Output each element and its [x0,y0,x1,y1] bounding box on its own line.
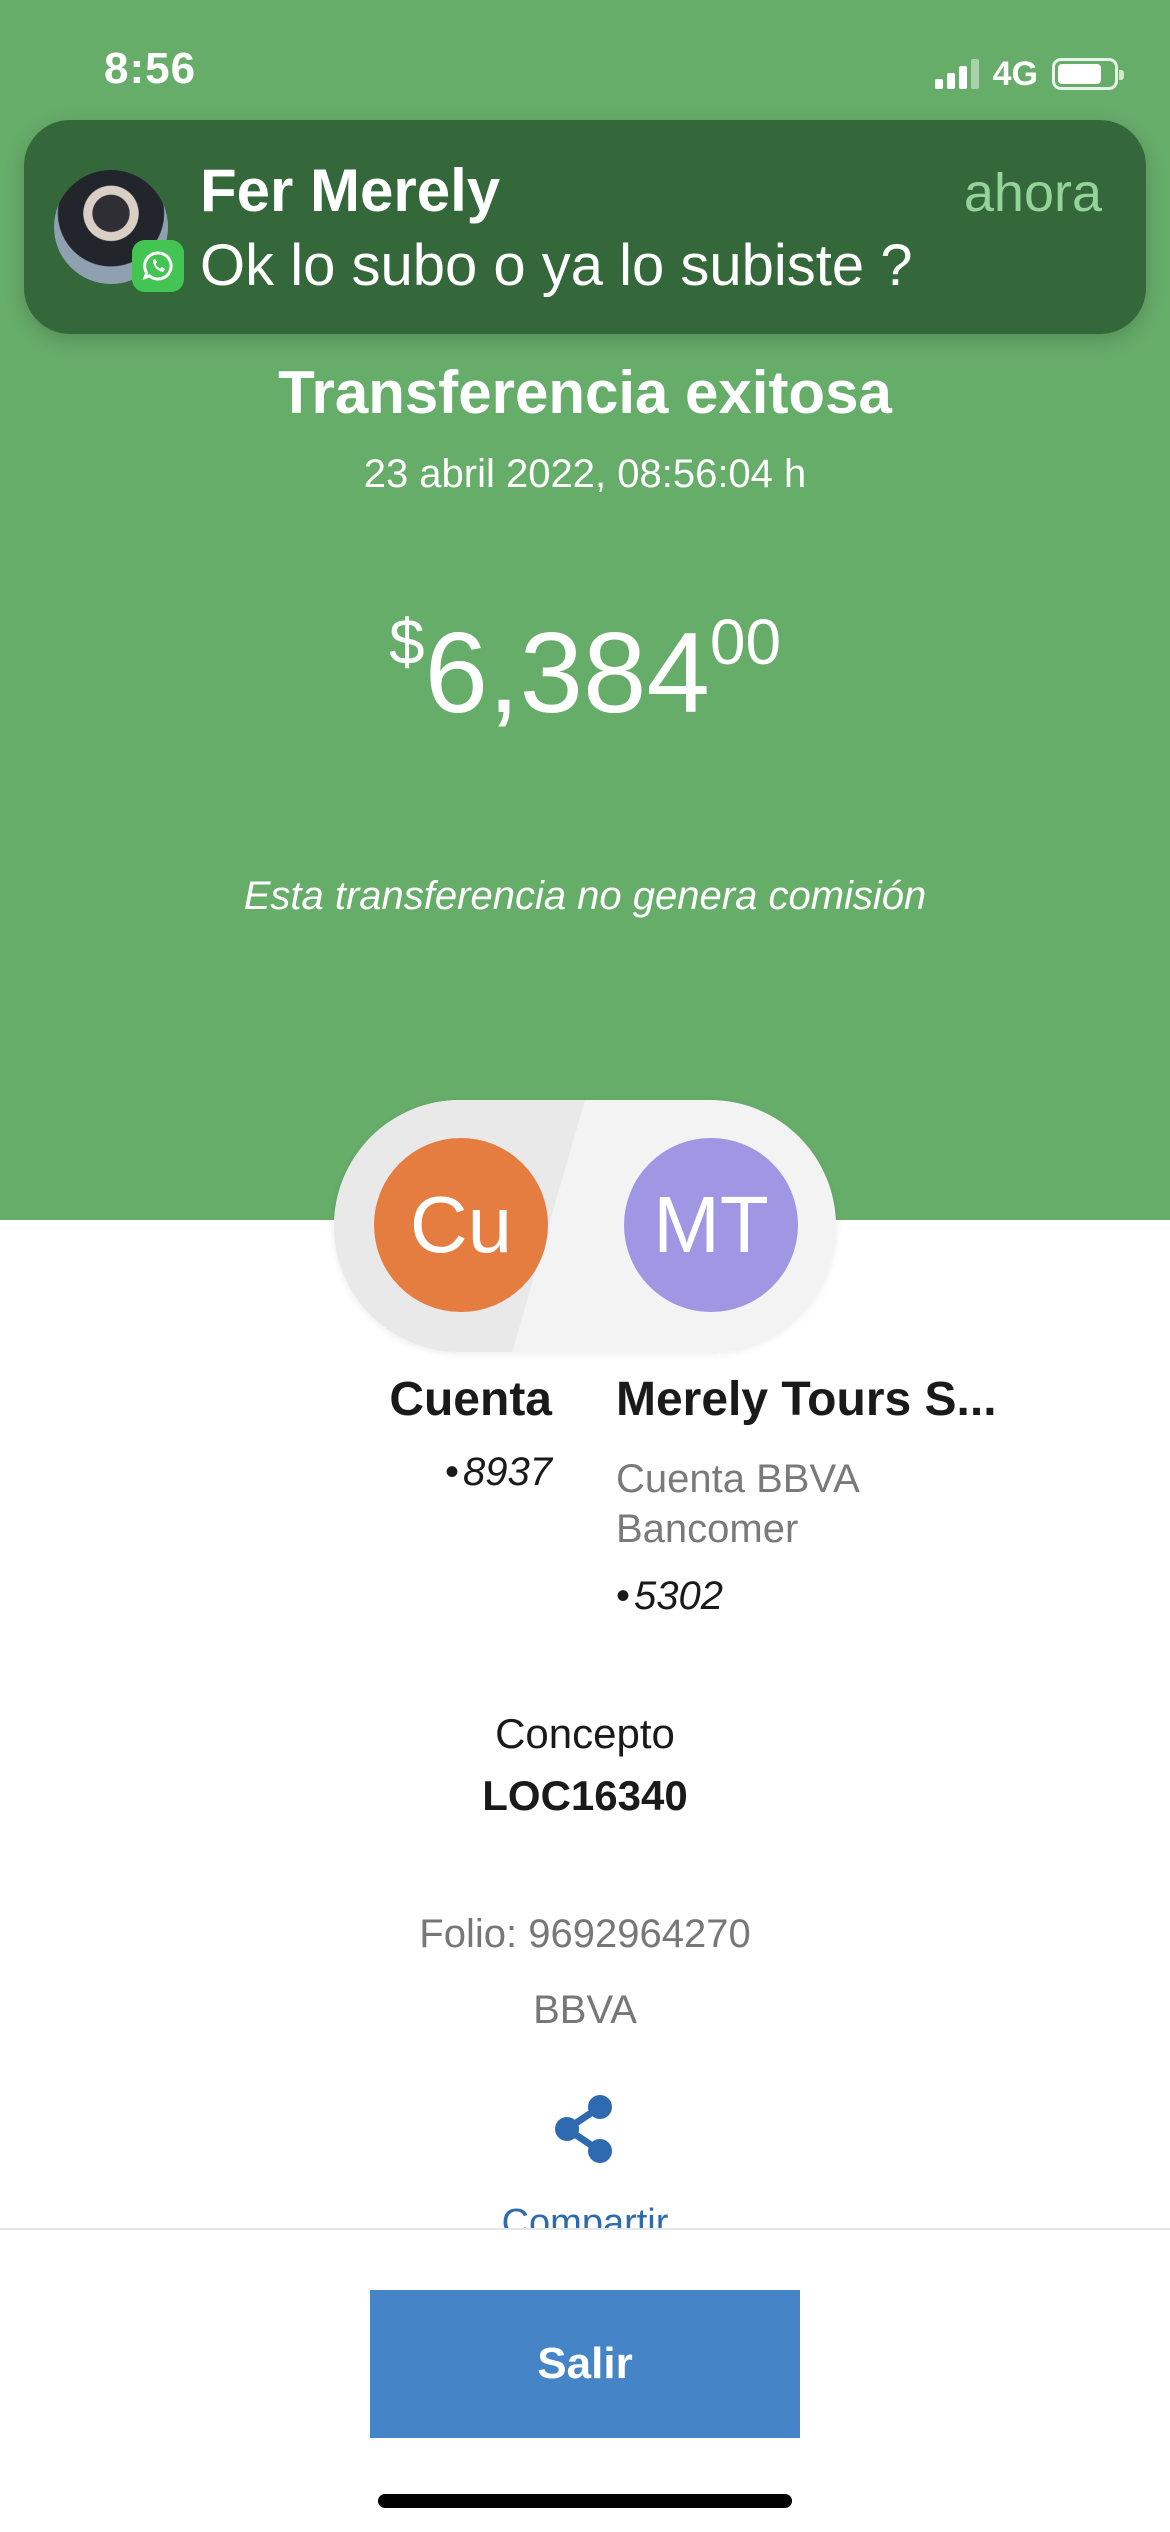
status-indicators: 4G [934,52,1124,96]
to-account-name: Merely Tours S... [616,1373,997,1426]
notification-time: ahora [963,163,1102,223]
notification-message: Ok lo subo o ya lo subiste ? [200,233,913,298]
concept-label: Concepto [495,1710,675,1757]
share-icon[interactable] [552,2094,618,2164]
from-account-avatar: Cu [374,1138,548,1312]
transfer-parties: Cu MT [334,1100,836,1352]
amount-currency: $ [388,606,425,678]
from-account-name: Cuenta [389,1373,552,1426]
concept-value: LOC16340 [482,1772,688,1819]
notification-banner[interactable]: Fer Merely Ok lo subo o ya lo subiste ? … [24,120,1146,334]
bank-name: BBVA [533,1988,637,2032]
status-time: 8:56 [104,44,197,93]
folio-number: Folio: 9692964270 [419,1912,751,1956]
network-type: 4G [992,54,1038,93]
home-indicator[interactable] [378,2494,792,2508]
transfer-receipt-screen: 8:56 4G Fer Merely Ok lo subo o ya lo su… [0,0,1170,2532]
notification-sender: Fer Merely [200,157,501,224]
to-account-bank: Cuenta BBVA Bancomer [616,1457,858,1551]
amount-integer: 6,384 [424,610,710,737]
from-account-number: • 8937 [445,1450,552,1494]
whatsapp-icon [132,240,184,292]
commission-note: Esta transferencia no genera comisión [243,874,927,918]
to-account-number: • 5302 [616,1574,723,1618]
page-title: Transferencia exitosa [278,359,892,426]
to-account-avatar: MT [624,1138,798,1312]
battery-icon [1052,58,1124,90]
transfer-amount: $6,38400 [0,610,1170,731]
transfer-datetime: 23 abril 2022, 08:56:04 h [363,452,807,496]
exit-button[interactable]: Salir [370,2290,800,2438]
amount-cents: 00 [709,606,782,678]
signal-icon [934,59,979,89]
